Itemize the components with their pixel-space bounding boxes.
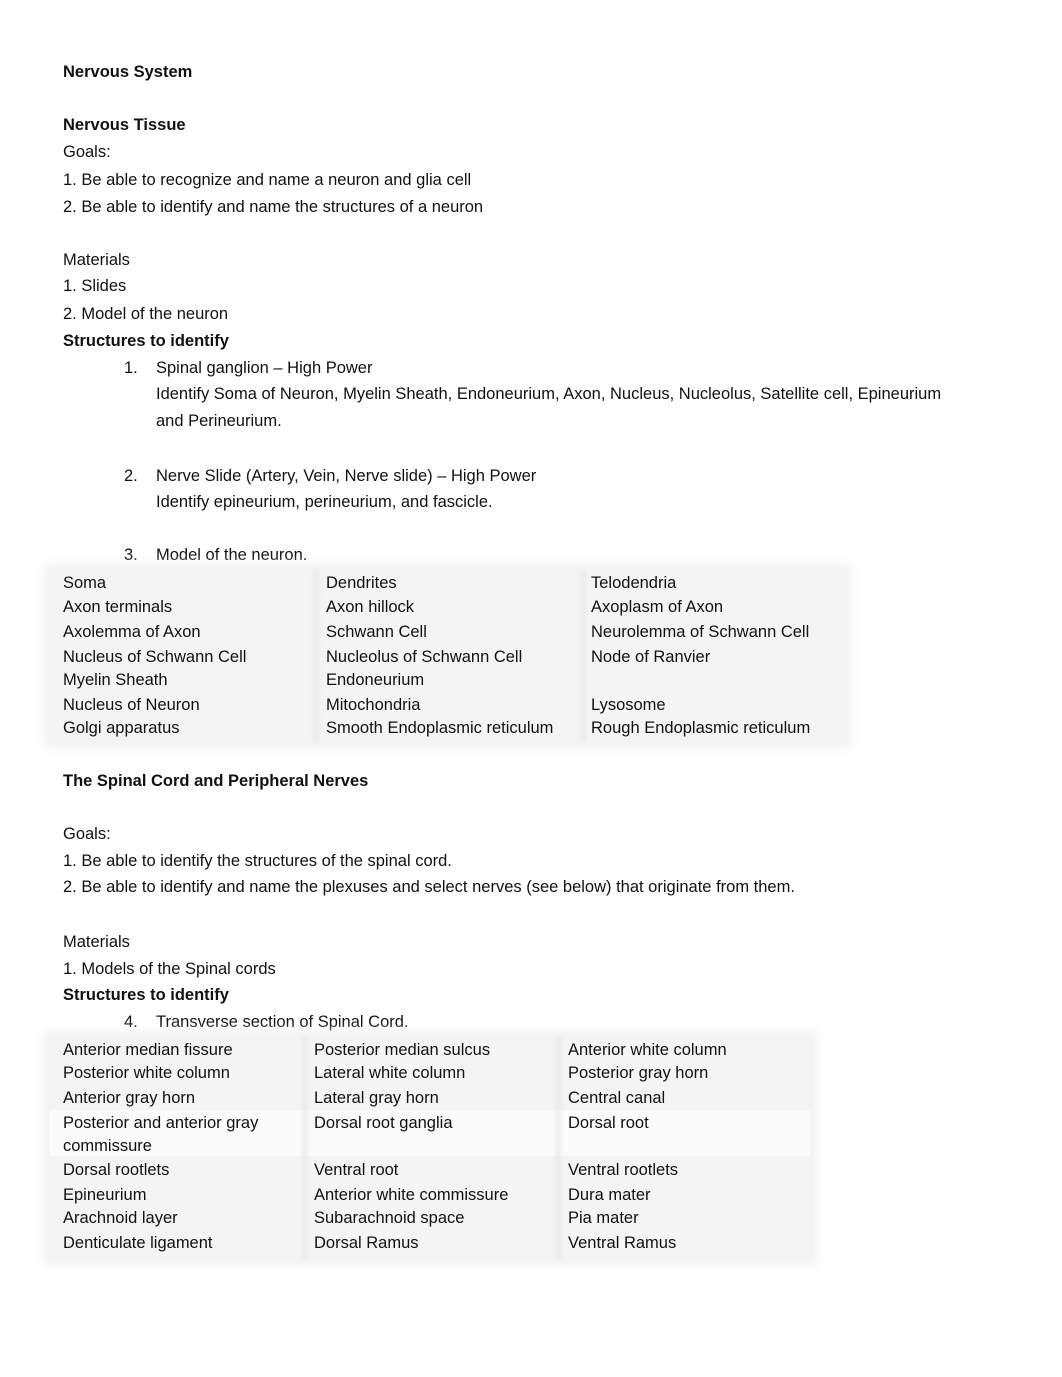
table-cell: Neurolemma of Schwann Cell: [591, 623, 810, 641]
document-page: { "title": "Nervous System", "section1":…: [0, 0, 1062, 1377]
list-item-description: Identify Soma of Neuron, Myelin Sheath, …: [156, 385, 942, 403]
table-cell: Rough Endoplasmic reticulum: [591, 719, 811, 737]
table-cell: Dorsal Ramus: [314, 1234, 419, 1252]
table-cell: Myelin Sheath: [63, 671, 168, 689]
table-cell: Nucleus of Schwann Cell: [63, 648, 247, 666]
goals-label: Goals:: [63, 143, 111, 161]
structures-label: Structures to identify: [63, 986, 229, 1004]
list-item-title: Model of the neuron.: [156, 546, 308, 564]
list-item-description: and Perineurium.: [156, 412, 282, 430]
table-cell: Epineurium: [63, 1186, 147, 1204]
table-cell: Axon hillock: [326, 598, 415, 616]
materials-label: Materials: [63, 933, 130, 951]
table-cell: Anterior median fissure: [63, 1041, 233, 1059]
table-cell: Lysosome: [591, 696, 666, 714]
table-cell: Schwann Cell: [326, 623, 427, 641]
table-cell: Denticulate ligament: [63, 1234, 213, 1252]
column-divider: [555, 1037, 561, 1259]
goal-item: 1. Be able to identify the structures of…: [63, 852, 452, 870]
table-cell: Dorsal rootlets: [63, 1161, 170, 1179]
goals-label: Goals:: [63, 825, 111, 843]
material-item: 1. Models of the Spinal cords: [63, 960, 276, 978]
table-cell: Nucleolus of Schwann Cell: [326, 648, 523, 666]
table-cell: Anterior gray horn: [63, 1089, 196, 1107]
table-cell: Endoneurium: [326, 671, 425, 689]
table-cell: Axoplasm of Axon: [591, 598, 724, 616]
table-cell: commissure: [63, 1137, 152, 1155]
material-item: 1. Slides: [63, 277, 127, 295]
table-cell: Golgi apparatus: [63, 719, 180, 737]
table-cell: Dorsal root: [568, 1114, 649, 1132]
table-cell: Subarachnoid space: [314, 1209, 465, 1227]
list-number: 2.: [124, 467, 138, 485]
table-cell: Telodendria: [591, 574, 677, 592]
table-cell: Node of Ranvier: [591, 648, 711, 666]
list-item-description: Identify epineurium, perineurium, and fa…: [156, 493, 493, 511]
table-cell: Anterior white column: [568, 1041, 727, 1059]
table-cell: Dendrites: [326, 574, 397, 592]
table-cell: Anterior white commissure: [314, 1186, 509, 1204]
material-item: 2. Model of the neuron: [63, 305, 229, 323]
list-item-title: Transverse section of Spinal Cord.: [156, 1013, 409, 1031]
column-divider: [313, 570, 319, 742]
list-item-title: Spinal ganglion – High Power: [156, 359, 373, 377]
table-cell: Nucleus of Neuron: [63, 696, 200, 714]
table-cell: Ventral root: [314, 1161, 399, 1179]
list-number: 4.: [124, 1013, 138, 1031]
table-cell: Dorsal root ganglia: [314, 1114, 453, 1132]
table-cell: Ventral rootlets: [568, 1161, 679, 1179]
list-number: 1.: [124, 359, 138, 377]
table-cell: Posterior white column: [63, 1064, 230, 1082]
goal-item: 1. Be able to recognize and name a neuro…: [63, 171, 472, 189]
goal-item: 2. Be able to identify and name the stru…: [63, 198, 484, 216]
table-cell: Ventral Ramus: [568, 1234, 677, 1252]
table-cell: Posterior median sulcus: [314, 1041, 491, 1059]
table-cell: Axon terminals: [63, 598, 173, 616]
section-heading-spinal-cord: The Spinal Cord and Peripheral Nerves: [63, 772, 369, 790]
list-number: 3.: [124, 546, 138, 564]
table-cell: Mitochondria: [326, 696, 421, 714]
column-divider: [302, 1037, 308, 1259]
table-cell: Lateral white column: [314, 1064, 466, 1082]
document-title: Nervous System: [63, 63, 193, 81]
table-cell: Posterior gray horn: [568, 1064, 709, 1082]
table-cell: Smooth Endoplasmic reticulum: [326, 719, 554, 737]
goal-item: 2. Be able to identify and name the plex…: [63, 878, 795, 896]
table-cell: Arachnoid layer: [63, 1209, 178, 1227]
structures-label: Structures to identify: [63, 332, 229, 350]
table-cell: Soma: [63, 574, 107, 592]
column-divider: [580, 570, 586, 742]
list-item-title: Nerve Slide (Artery, Vein, Nerve slide) …: [156, 467, 537, 485]
table-cell: Dura mater: [568, 1186, 651, 1204]
table-cell: Central canal: [568, 1089, 666, 1107]
materials-label: Materials: [63, 251, 130, 269]
table-cell: Pia mater: [568, 1209, 639, 1227]
table-cell: Posterior and anterior gray: [63, 1114, 259, 1132]
table-cell: Lateral gray horn: [314, 1089, 439, 1107]
table-cell: Axolemma of Axon: [63, 623, 201, 641]
section-heading-nervous-tissue: Nervous Tissue: [63, 116, 186, 134]
